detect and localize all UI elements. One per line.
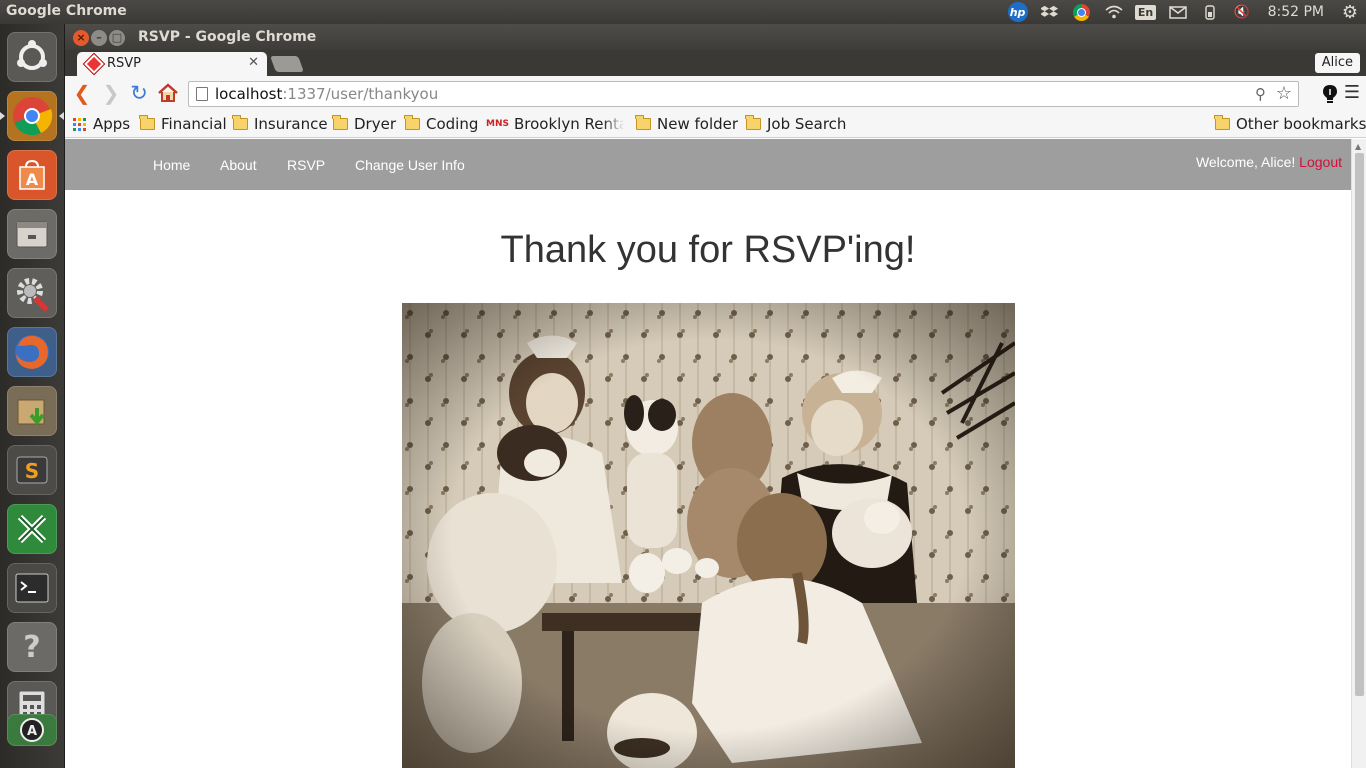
system-top-panel: Google Chrome hp En 🔇 8:52 PM ⚙ [0, 0, 1366, 24]
chrome-icon[interactable] [7, 91, 57, 141]
site-favicon-icon [84, 54, 104, 74]
running-indicator [0, 112, 5, 120]
active-indicator [59, 112, 64, 120]
bookmark-folder-insurance[interactable]: Insurance [232, 115, 328, 133]
back-button[interactable]: ❮ [71, 83, 93, 105]
files-icon[interactable] [7, 209, 57, 259]
other-bookmarks-folder[interactable]: Other bookmarks [1214, 115, 1366, 133]
bookmark-brooklyn-rental[interactable]: MNS Brooklyn Rental [486, 115, 624, 133]
volume-muted-icon[interactable]: 🔇 [1226, 0, 1258, 24]
nav-link-about[interactable]: About [220, 157, 257, 173]
update-icon[interactable]: A [7, 714, 57, 746]
folder-icon [635, 115, 651, 130]
vintage-tea-party-photo [402, 303, 1015, 768]
close-tab-icon[interactable]: ✕ [248, 55, 259, 70]
minimize-window-button[interactable]: – [91, 30, 107, 46]
folder-icon [139, 115, 155, 130]
session-gear-icon[interactable]: ⚙ [1334, 0, 1366, 24]
active-app-name: Google Chrome [6, 3, 127, 19]
page-scrollbar[interactable]: ▲ [1351, 139, 1366, 768]
folder-icon [332, 115, 348, 130]
nav-link-rsvp[interactable]: RSVP [287, 157, 325, 173]
bookmark-folder-dryer[interactable]: Dryer [332, 115, 396, 133]
forward-button[interactable]: ❯ [100, 83, 122, 105]
apps-grid-icon [73, 117, 86, 131]
firefox-icon[interactable] [7, 327, 57, 377]
home-button[interactable] [157, 83, 179, 105]
wifi-icon[interactable] [1098, 0, 1130, 24]
ubuntu-dash-icon[interactable] [7, 32, 57, 82]
chrome-window: × – □ RSVP - Google Chrome RSVP ✕ Alice … [65, 24, 1366, 768]
bookmark-folder-coding[interactable]: Coding [404, 115, 478, 133]
battery-icon[interactable] [1194, 0, 1226, 24]
software-center-icon[interactable]: A [7, 150, 57, 200]
maximize-window-button[interactable]: □ [109, 30, 125, 46]
chrome-tray-icon[interactable] [1066, 0, 1098, 24]
mns-favicon-icon: MNS [486, 119, 509, 129]
close-window-button[interactable]: × [73, 30, 89, 46]
scroll-up-arrow-icon[interactable]: ▲ [1355, 142, 1361, 151]
bookmark-star-icon[interactable]: ☆ [1276, 83, 1292, 104]
page-icon [196, 87, 208, 101]
tab-strip: RSVP ✕ Alice [65, 50, 1366, 76]
window-title: RSVP - Google Chrome [138, 29, 317, 45]
mail-icon[interactable] [1162, 0, 1194, 24]
xmind-icon[interactable] [7, 504, 57, 554]
folder-icon [745, 115, 761, 130]
profile-button[interactable]: Alice [1314, 53, 1360, 73]
address-bar[interactable]: localhost:1337/user/thankyou ⚲ ☆ [188, 81, 1299, 107]
svg-text:A: A [26, 170, 39, 189]
svg-text:S: S [25, 459, 39, 483]
bookmark-folder-new-folder[interactable]: New folder [635, 115, 738, 133]
keyboard-layout-indicator[interactable]: En [1130, 0, 1162, 24]
folder-icon [232, 115, 248, 130]
key-icon[interactable]: ⚲ [1255, 85, 1266, 103]
system-tray: hp En 🔇 8:52 PM ⚙ [1002, 0, 1366, 24]
help-icon[interactable]: ? [7, 622, 57, 672]
folder-icon [404, 115, 420, 130]
welcome-message: Welcome, Alice! Logout [1196, 154, 1342, 170]
hp-tray-icon[interactable]: hp [1002, 0, 1034, 24]
svg-text:A: A [27, 724, 37, 739]
clock[interactable]: 8:52 PM [1258, 0, 1334, 24]
unity-launcher: A S ? A [0, 24, 65, 768]
archive-manager-icon[interactable] [7, 386, 57, 436]
browser-toolbar: ❮ ❯ ↻ localhost:1337/user/thankyou ⚲ ☆ ☰ [65, 76, 1366, 111]
bookmark-folder-financial[interactable]: Financial [139, 115, 227, 133]
bookmarks-bar: Apps Financial Insurance Dryer Coding MN… [65, 111, 1366, 138]
tab-rsvp[interactable]: RSVP ✕ [77, 52, 267, 76]
reload-button[interactable]: ↻ [128, 83, 150, 105]
terminal-icon[interactable] [7, 563, 57, 613]
lightbulb-extension-icon[interactable] [1322, 84, 1338, 109]
sublime-text-icon[interactable]: S [7, 445, 57, 495]
web-page: Home About RSVP Change User Info Welcome… [65, 139, 1351, 768]
welcome-text: Welcome, Alice! [1195, 154, 1296, 170]
page-heading: Thank you for RSVP'ing! [500, 229, 916, 271]
system-settings-icon[interactable] [7, 268, 57, 318]
bookmark-apps[interactable]: Apps [73, 115, 130, 133]
bookmark-folder-job-search[interactable]: Job Search [745, 115, 846, 133]
tab-title: RSVP [107, 56, 142, 71]
tea-party-illustration [402, 303, 1015, 768]
folder-icon [1214, 115, 1230, 130]
window-titlebar: × – □ RSVP - Google Chrome [65, 24, 1366, 50]
chrome-menu-icon[interactable]: ☰ [1344, 82, 1360, 103]
scrollbar-thumb[interactable] [1355, 153, 1364, 696]
logout-link[interactable]: Logout [1299, 154, 1342, 170]
nav-link-home[interactable]: Home [153, 157, 190, 173]
site-navbar: Home About RSVP Change User Info Welcome… [65, 139, 1351, 190]
dropbox-icon[interactable] [1034, 0, 1066, 24]
nav-link-change-user-info[interactable]: Change User Info [355, 157, 465, 173]
url-text[interactable]: localhost:1337/user/thankyou [215, 85, 438, 103]
new-tab-button[interactable] [270, 56, 304, 72]
